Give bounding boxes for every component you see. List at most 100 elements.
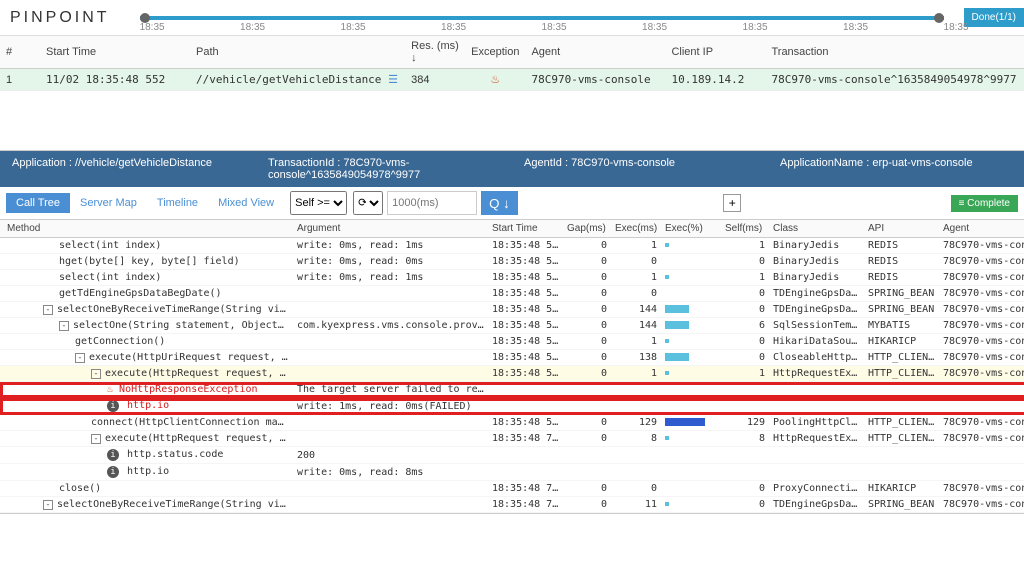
call-tree-row[interactable]: i http.iowrite: 1ms, read: 0ms(FAILED) — [0, 398, 1024, 415]
call-tree-row[interactable]: getTdEngineGpsDataBegDate()18:35:48 5820… — [0, 286, 1024, 302]
argument-cell: write: 0ms, read: 0ms — [293, 254, 488, 270]
method-cell: i http.io — [3, 464, 293, 481]
column-header[interactable]: Transaction — [765, 36, 1024, 69]
flame-icon: ♨ — [490, 74, 500, 86]
done-button[interactable]: Done(1/1) — [964, 8, 1024, 27]
argument-cell — [293, 497, 488, 513]
call-tree-row[interactable]: hget(byte[] key, byte[] field)write: 0ms… — [0, 254, 1024, 270]
method-cell: -selectOneByReceiveTimeRange(String vid,… — [3, 497, 293, 513]
column-header[interactable]: Exception — [465, 36, 525, 69]
argument-cell — [293, 431, 488, 447]
timeline-tick: 18:35 — [441, 22, 466, 33]
method-cell: close() — [3, 481, 293, 497]
timeline-tick: 18:35 — [642, 22, 667, 33]
timeline-tick: 18:35 — [240, 22, 265, 33]
timeline-slider[interactable]: 18:3518:3518:3518:3518:3518:3518:3518:35… — [120, 0, 964, 35]
call-tree-row[interactable]: -selectOneByReceiveTimeRange(String vid,… — [0, 497, 1024, 513]
filter-select[interactable]: Self >= — [290, 191, 347, 215]
timeline-track[interactable]: 18:3518:3518:3518:3518:3518:3518:3518:35… — [140, 16, 944, 20]
call-tree-row[interactable]: select(int index)write: 0ms, read: 1ms18… — [0, 238, 1024, 254]
tree-toggle[interactable]: - — [91, 434, 101, 444]
tab-server-map[interactable]: Server Map — [70, 193, 147, 213]
info-agent: AgentId : 78C970-vms-console — [512, 151, 768, 187]
tree-toggle[interactable]: - — [59, 321, 69, 331]
call-tree-row[interactable]: -selectOneByReceiveTimeRange(String vid,… — [0, 302, 1024, 318]
method-cell: i http.status.code — [3, 447, 293, 464]
argument-cell — [293, 415, 488, 431]
info-application: Application : //vehicle/getVehicleDistan… — [0, 151, 256, 187]
argument-cell — [293, 302, 488, 318]
call-tree-row[interactable]: -execute(HttpRequest request, HttpClient… — [0, 431, 1024, 447]
expand-button[interactable]: + — [723, 194, 741, 212]
call-tree-row[interactable]: select(int index)write: 0ms, read: 1ms18… — [0, 270, 1024, 286]
call-tree-row[interactable]: close()18:35:48 726000ProxyConnectionHIK… — [0, 481, 1024, 497]
argument-cell: write: 1ms, read: 0ms(FAILED) — [293, 398, 488, 415]
tab-call-tree[interactable]: Call Tree — [6, 193, 70, 213]
app-logo: PINPOINT — [0, 3, 120, 33]
column-header[interactable]: Path — [190, 36, 405, 69]
timeline-tick: 18:35 — [944, 22, 969, 33]
method-cell: -selectOneByReceiveTimeRange(String vid,… — [3, 302, 293, 318]
method-cell: ♨ NoHttpResponseException — [3, 382, 293, 398]
column-header[interactable]: API — [864, 220, 939, 238]
column-header[interactable]: Start Time — [40, 36, 190, 69]
timeline-handle-end[interactable] — [934, 13, 944, 23]
argument-cell: 200 — [293, 447, 488, 464]
tree-toggle[interactable]: - — [75, 353, 85, 363]
column-header[interactable]: Self(ms) — [721, 220, 769, 238]
column-header[interactable]: Class — [769, 220, 864, 238]
argument-cell — [293, 286, 488, 302]
flame-icon: ♨ — [107, 384, 119, 395]
argument-cell: The target server failed to respond — [293, 382, 488, 398]
column-header[interactable]: Exec(ms) — [611, 220, 661, 238]
argument-cell — [293, 366, 488, 382]
column-header[interactable]: Argument — [293, 220, 488, 238]
column-header[interactable]: Gap(ms) — [563, 220, 611, 238]
timeline-tick: 18:35 — [542, 22, 567, 33]
search-button[interactable]: Q ↓ — [481, 191, 518, 215]
argument-cell: write: 0ms, read: 8ms — [293, 464, 488, 481]
method-cell: select(int index) — [3, 270, 293, 286]
tab-timeline[interactable]: Timeline — [147, 193, 208, 213]
complete-button[interactable]: ≡ Complete — [951, 195, 1018, 212]
method-cell: getTdEngineGpsDataBegDate() — [3, 286, 293, 302]
table-row[interactable]: 1 11/02 18:35:48 552 //vehicle/getVehicl… — [0, 69, 1024, 91]
info-transaction: TransactionId : 78C970-vms-console^16358… — [256, 151, 512, 187]
info-icon: i — [107, 449, 119, 461]
tree-toggle[interactable]: - — [91, 369, 101, 379]
column-header[interactable]: Method — [3, 220, 293, 238]
call-tree-row[interactable]: i http.iowrite: 0ms, read: 8ms — [0, 464, 1024, 481]
column-header[interactable]: Agent — [939, 220, 1024, 238]
tree-toggle[interactable]: - — [43, 305, 53, 315]
column-header[interactable]: # — [0, 36, 40, 69]
call-tree-row[interactable]: ♨ NoHttpResponseExceptionThe target serv… — [0, 382, 1024, 398]
call-tree-row[interactable]: -execute(HttpRequest request, HttpClient… — [0, 366, 1024, 382]
call-tree-row[interactable]: -selectOne(String statement, Object para… — [0, 318, 1024, 334]
info-icon: i — [107, 400, 119, 412]
list-icon: ☰ — [388, 73, 398, 86]
column-header[interactable]: Res. (ms) ↓ — [405, 36, 465, 69]
filter-input[interactable] — [387, 191, 477, 215]
method-cell: -execute(HttpUriRequest request, HttpCon… — [3, 350, 293, 366]
method-cell: getConnection() — [3, 334, 293, 350]
argument-cell: com.kyexpress.vms.console.provider.mappe… — [293, 318, 488, 334]
tree-toggle[interactable]: - — [43, 500, 53, 510]
call-tree-table: MethodArgumentStart TimeGap(ms)Exec(ms)E… — [0, 220, 1024, 513]
info-icon: i — [107, 466, 119, 478]
column-header[interactable]: Agent — [525, 36, 665, 69]
column-header[interactable]: Exec(%) — [661, 220, 721, 238]
call-tree-row[interactable]: connect(HttpClientConnection managedConn… — [0, 415, 1024, 431]
timeline-tick: 18:35 — [743, 22, 768, 33]
method-cell: -selectOne(String statement, Object para… — [3, 318, 293, 334]
method-cell: i http.io — [3, 398, 293, 415]
call-tree-row[interactable]: -execute(HttpUriRequest request, HttpCon… — [0, 350, 1024, 366]
column-header[interactable]: Start Time — [488, 220, 563, 238]
method-cell: -execute(HttpRequest request, HttpClient… — [3, 431, 293, 447]
info-bar: Application : //vehicle/getVehicleDistan… — [0, 151, 1024, 187]
column-header[interactable]: Client IP — [665, 36, 765, 69]
filter-refresh-select[interactable]: ⟳ — [353, 191, 383, 215]
tab-mixed-view[interactable]: Mixed View — [208, 193, 284, 213]
call-tree-row[interactable]: i http.status.code200 — [0, 447, 1024, 464]
call-tree-row[interactable]: getConnection()18:35:48 583010HikariData… — [0, 334, 1024, 350]
timeline-tick: 18:35 — [140, 22, 165, 33]
